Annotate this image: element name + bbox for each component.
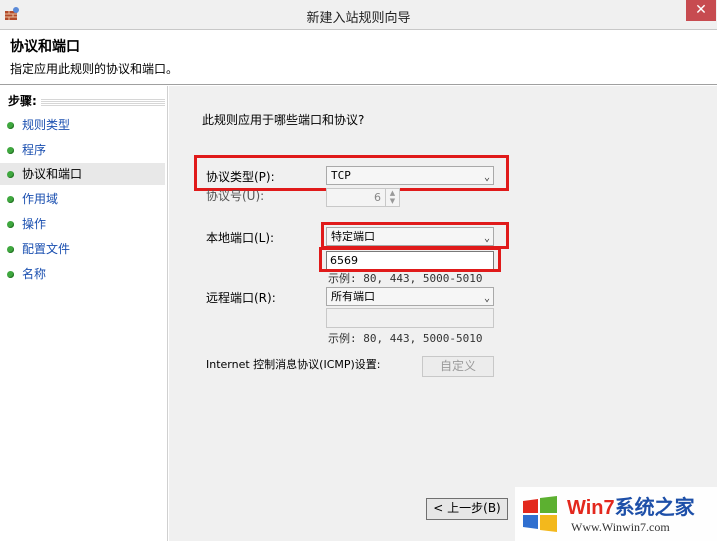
step-label: 名称	[22, 267, 47, 281]
highlight-box	[194, 155, 509, 191]
remote-port-value: 所有端口	[331, 290, 375, 303]
wizard-header: 协议和端口 指定应用此规则的协议和端口。	[0, 30, 717, 85]
step-program[interactable]: 程序	[0, 139, 165, 161]
step-label: 作用域	[22, 192, 59, 206]
step-bullet-icon	[7, 171, 14, 178]
step-bullet-icon	[7, 221, 14, 228]
step-label: 配置文件	[22, 242, 71, 256]
step-bullet-icon	[7, 196, 14, 203]
protocol-number-label: 协议号(U):	[206, 189, 265, 203]
remote-port-input	[326, 308, 494, 328]
windows-flag-icon	[523, 496, 557, 532]
step-rule-type[interactable]: 规则类型	[0, 114, 165, 136]
title-bar: 新建入站规则向导 ✕	[0, 0, 717, 30]
step-label: 操作	[22, 217, 47, 231]
step-bullet-icon	[7, 122, 14, 129]
step-label: 程序	[22, 143, 47, 157]
back-button[interactable]: < 上一步(B)	[426, 498, 508, 520]
page-title: 协议和端口	[10, 39, 80, 55]
highlight-box	[319, 247, 501, 272]
protocol-number-stepper: 6 ▲ ▼	[326, 188, 400, 207]
step-action[interactable]: 操作	[0, 213, 165, 235]
stepper-arrows-icon: ▲ ▼	[385, 189, 399, 206]
step-bullet-icon	[7, 147, 14, 154]
remote-port-example: 示例: 80, 443, 5000-5010	[328, 332, 483, 345]
watermark-url: Www.Winwin7.com	[571, 520, 670, 534]
step-bullet-icon	[7, 271, 14, 278]
chevron-down-icon: ⌄	[483, 293, 490, 304]
step-label: 协议和端口	[22, 167, 83, 181]
steps-label: 步骤:	[8, 92, 41, 109]
window-title: 新建入站规则向导	[306, 11, 411, 26]
close-button[interactable]: ✕	[686, 0, 716, 21]
step-name[interactable]: 名称	[0, 263, 165, 285]
steps-sidebar: 步骤: 规则类型 程序 协议和端口 作用域 操作 配置文件 名称	[0, 86, 168, 541]
page-subtitle: 指定应用此规则的协议和端口。	[10, 62, 179, 76]
watermark-brand-a: Win7	[567, 497, 615, 519]
highlight-box	[321, 222, 509, 249]
site-watermark: Win7系统之家 Www.Winwin7.com	[515, 487, 717, 541]
step-scope[interactable]: 作用域	[0, 188, 165, 210]
watermark-brand-b: 系统之家	[614, 497, 695, 519]
icmp-settings-label: Internet 控制消息协议(ICMP)设置:	[206, 358, 381, 371]
local-port-example: 示例: 80, 443, 5000-5010	[328, 272, 483, 285]
watermark-brand: Win7系统之家	[567, 491, 695, 520]
step-profile[interactable]: 配置文件	[0, 238, 165, 260]
remote-port-select[interactable]: 所有端口 ⌄	[326, 287, 494, 306]
step-protocol-ports[interactable]: 协议和端口	[0, 163, 165, 185]
protocol-number-value: 6	[374, 191, 381, 204]
step-bullet-icon	[7, 246, 14, 253]
remote-port-label: 远程端口(R):	[206, 291, 276, 305]
main-panel: 此规则应用于哪些端口和协议? 协议类型(P): TCP ⌄ 协议号(U): 6 …	[169, 86, 717, 541]
step-label: 规则类型	[22, 118, 71, 132]
customize-button: 自定义	[422, 356, 494, 377]
question-text: 此规则应用于哪些端口和协议?	[202, 113, 365, 127]
local-port-label: 本地端口(L):	[206, 231, 275, 245]
